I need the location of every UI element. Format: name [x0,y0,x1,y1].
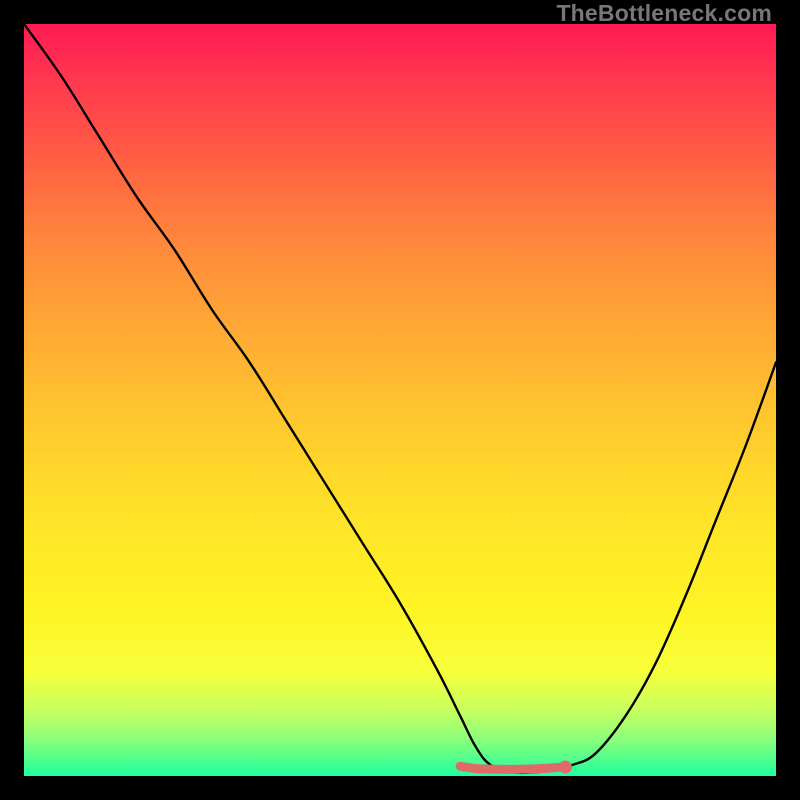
optimal-flat-segment [460,766,565,769]
curve-layer [24,24,776,776]
plot-area [24,24,776,776]
bottleneck-chart: TheBottleneck.com [0,0,800,800]
bottleneck-curve [24,24,776,773]
optimal-marker [559,760,572,773]
watermark-text: TheBottleneck.com [556,0,772,27]
